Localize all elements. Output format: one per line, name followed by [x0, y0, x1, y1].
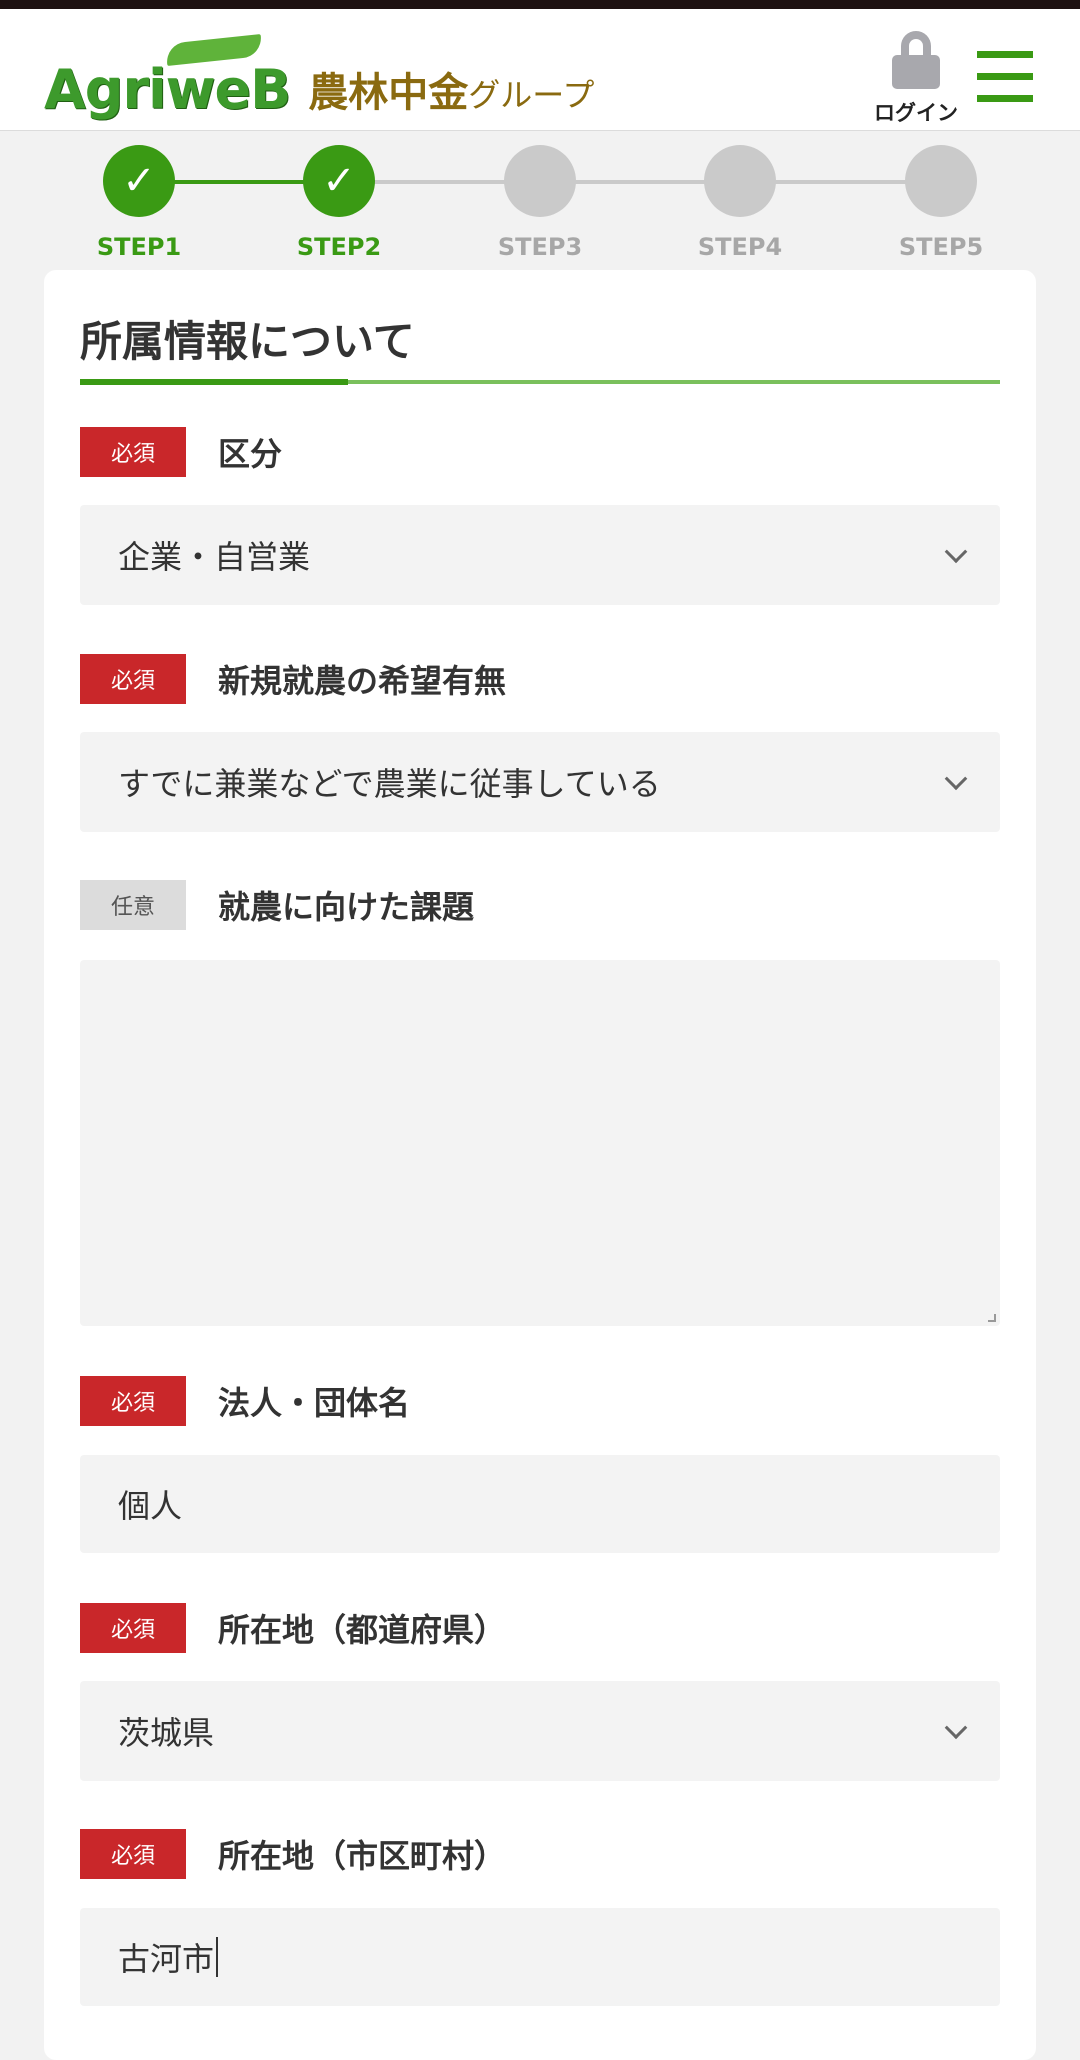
field-label-prefecture: 必須 所在地（都道府県） [80, 1602, 506, 1654]
input-value: 個人 [118, 1487, 183, 1525]
resize-handle-icon[interactable] [988, 1314, 996, 1322]
required-badge: 必須 [80, 1603, 186, 1653]
required-badge: 必須 [80, 1829, 186, 1879]
new-farming-select[interactable]: すでに兼業などで農業に従事している [80, 732, 1000, 832]
check-icon: ✓ [303, 145, 375, 217]
label-text: 就農に向けた課題 [218, 888, 475, 926]
title-underline-accent [80, 379, 348, 385]
label-text: 法人・団体名 [218, 1384, 411, 1422]
menu-icon[interactable] [977, 51, 1033, 103]
required-badge: 必須 [80, 1376, 186, 1426]
status-bar [0, 0, 1080, 9]
step-2: ✓ STEP2 [239, 145, 439, 261]
chevron-down-icon [944, 767, 968, 791]
optional-badge: 任意 [80, 880, 186, 930]
step-circle [704, 145, 776, 217]
label-text: 所在地（市区町村） [218, 1837, 507, 1875]
org-name-input[interactable]: 個人 [80, 1455, 1000, 1553]
step-label: STEP1 [96, 233, 182, 261]
required-badge: 必須 [80, 654, 186, 704]
logo-group-suffix: グループ [468, 76, 595, 114]
lock-icon [892, 31, 940, 89]
site-header: AgriweB 農林中金グループ ログイン [0, 9, 1080, 131]
category-select[interactable]: 企業・自営業 [80, 505, 1000, 605]
chevron-down-icon [944, 540, 968, 564]
logo-brand: AgriweB [44, 58, 291, 121]
step-5: STEP5 [841, 145, 1041, 261]
step-label: STEP5 [898, 233, 984, 261]
login-button[interactable]: ログイン [866, 31, 966, 127]
form-card: 所属情報について 必須 区分 企業・自営業 必須 新規就農の希望有無 すでに兼業… [44, 270, 1036, 2060]
login-label: ログイン [874, 101, 958, 125]
step-circle [905, 145, 977, 217]
chevron-down-icon [944, 1716, 968, 1740]
step-label: STEP3 [497, 233, 583, 261]
agriweb-logo[interactable]: AgriweB 農林中金グループ [44, 34, 594, 121]
label-text: 所在地（都道府県） [218, 1611, 507, 1649]
text-cursor [216, 1937, 219, 1977]
required-badge: 必須 [80, 427, 186, 477]
step-3: STEP3 [440, 145, 640, 261]
select-value: すでに兼業などで農業に従事している [118, 765, 661, 803]
issues-textarea[interactable] [80, 960, 1000, 1326]
step-label: STEP2 [296, 233, 382, 261]
field-label-issues: 任意 就農に向けた課題 [80, 879, 474, 931]
step-1: ✓ STEP1 [39, 145, 239, 261]
prefecture-select[interactable]: 茨城県 [80, 1681, 1000, 1781]
field-label-new-farming: 必須 新規就農の希望有無 [80, 653, 506, 705]
logo-group: 農林中金グループ [308, 73, 594, 117]
field-label-category: 必須 区分 [80, 426, 282, 478]
field-label-org-name: 必須 法人・団体名 [80, 1375, 410, 1427]
step-label: STEP4 [697, 233, 783, 261]
step-4: STEP4 [640, 145, 840, 261]
input-value: 古河市 [118, 1940, 215, 1978]
label-text: 区分 [218, 435, 283, 473]
section-title: 所属情報について [80, 317, 415, 366]
logo-group-main: 農林中金 [308, 70, 469, 116]
field-label-city: 必須 所在地（市区町村） [80, 1828, 506, 1880]
check-icon: ✓ [103, 145, 175, 217]
select-value: 茨城県 [118, 1714, 215, 1752]
city-input[interactable]: 古河市 [80, 1908, 1000, 2006]
step-circle [504, 145, 576, 217]
step-progress: ✓ STEP1 ✓ STEP2 STEP3 STEP4 STEP5 [0, 145, 1080, 270]
select-value: 企業・自営業 [118, 538, 311, 576]
label-text: 新規就農の希望有無 [218, 662, 507, 700]
